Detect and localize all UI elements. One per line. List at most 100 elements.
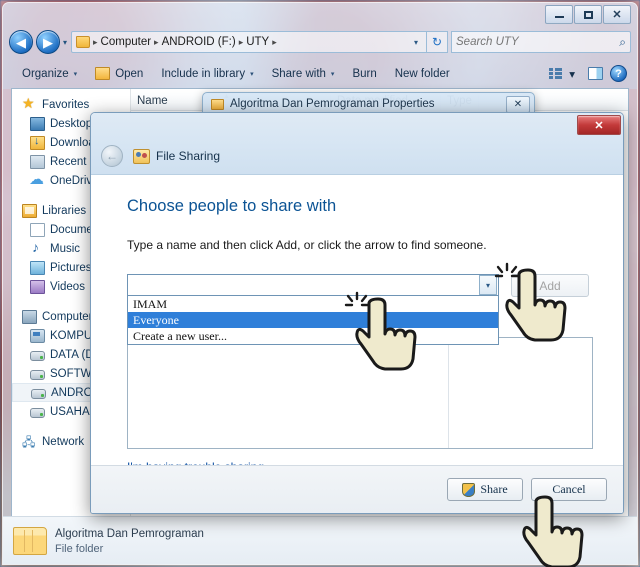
close-icon: ✕ — [513, 98, 523, 110]
combobox-dropdown-button[interactable]: ▾ — [479, 275, 497, 295]
properties-close-button[interactable]: ✕ — [506, 95, 530, 113]
details-text: Algoritma Dan Pemrograman File folder — [55, 526, 204, 555]
maximize-button[interactable] — [574, 5, 602, 24]
view-list-icon — [549, 67, 563, 80]
chevron-down-icon: ▾ — [485, 280, 490, 290]
close-button[interactable]: ✕ — [603, 5, 631, 24]
sidebar-label: Desktop — [50, 117, 93, 130]
shared-users-listbox[interactable] — [127, 337, 593, 449]
organize-button[interactable]: Organize ▾ — [13, 63, 86, 85]
dialog-footer: Share Cancel — [91, 465, 623, 513]
open-label: Open — [115, 67, 144, 80]
forward-button[interactable]: ▶ — [36, 30, 60, 54]
help-icon[interactable]: ? — [610, 65, 627, 82]
breadcrumb[interactable]: ▸ Computer ▸ ANDROID (F:) ▸ UTY ▸ ▾ — [71, 31, 427, 53]
preview-pane-icon[interactable] — [588, 67, 603, 80]
pictures-icon — [30, 260, 45, 275]
new-folder-label: New folder — [394, 67, 450, 80]
user-picker-row: ▾ IMAM Everyone Create a new user... Add — [127, 274, 593, 345]
back-icon: ◀ — [16, 34, 26, 50]
dialog-instruction: Type a name and then click Add, or click… — [127, 238, 487, 252]
sidebar-label: Network — [42, 435, 85, 448]
folder-icon — [211, 98, 224, 110]
explorer-toolbar: Organize ▾ Open Include in library ▾ Sha… — [3, 59, 637, 88]
folder-icon — [76, 36, 91, 48]
downloads-icon — [30, 135, 45, 150]
breadcrumb-separator: ▸ — [272, 36, 277, 47]
dropdown-option-create-new-user[interactable]: Create a new user... — [128, 328, 498, 344]
breadcrumb-item-android[interactable]: ANDROID (F:) — [160, 36, 238, 48]
explorer-titlebar: ✕ — [3, 3, 637, 27]
chevron-down-icon: ▾ — [73, 70, 78, 78]
back-button[interactable]: ◀ — [9, 30, 33, 54]
search-icon: ⌕ — [619, 34, 626, 49]
cancel-button[interactable]: Cancel — [531, 478, 607, 501]
close-icon: ✕ — [594, 119, 604, 132]
burn-button[interactable]: Burn — [343, 63, 385, 85]
folder-icon — [13, 526, 47, 555]
back-icon: ← — [106, 149, 118, 163]
close-icon: ✕ — [612, 9, 622, 21]
breadcrumb-item-computer[interactable]: Computer — [99, 36, 154, 48]
dialog-back-button[interactable]: ← — [101, 145, 123, 167]
window-controls: ✕ — [545, 5, 631, 24]
add-button[interactable]: Add — [511, 274, 589, 297]
onedrive-icon — [29, 170, 45, 188]
sidebar-label: Pictures — [50, 261, 92, 274]
open-button[interactable]: Open — [86, 63, 152, 85]
share-button-label: Share — [480, 482, 508, 496]
chevron-down-icon: ▾ — [569, 68, 575, 81]
change-view-button[interactable]: ▾ — [543, 67, 581, 81]
drive-icon — [30, 350, 45, 361]
user-dropdown-list: IMAM Everyone Create a new user... — [127, 296, 499, 345]
hdd-icon — [30, 328, 45, 343]
user-combobox[interactable]: ▾ — [127, 274, 499, 296]
include-in-library-button[interactable]: Include in library ▾ — [152, 63, 262, 85]
desktop-icon — [30, 116, 45, 131]
user-name-input[interactable] — [128, 278, 479, 292]
drive-icon — [30, 407, 45, 418]
uac-shield-icon — [462, 482, 476, 497]
cancel-button-label: Cancel — [552, 482, 586, 496]
details-pane: Algoritma Dan Pemrograman File folder — [3, 516, 637, 564]
share-with-button[interactable]: Share with ▾ — [263, 63, 344, 85]
sidebar-label: Music — [50, 242, 81, 255]
open-folder-icon — [95, 67, 111, 80]
breadcrumb-item-uty[interactable]: UTY — [244, 36, 271, 48]
file-sharing-people-icon — [133, 148, 150, 164]
burn-label: Burn — [352, 67, 377, 80]
minimize-button[interactable] — [545, 5, 573, 24]
recent-pages-dropdown[interactable]: ▾ — [63, 38, 67, 47]
chevron-down-icon: ▾ — [250, 70, 254, 78]
dialog-close-button[interactable]: ✕ — [577, 115, 621, 135]
share-button[interactable]: Share — [447, 478, 523, 501]
dialog-heading: Choose people to share with — [127, 197, 337, 215]
libraries-icon — [22, 203, 37, 218]
file-sharing-dialog: ✕ ← File Sharing Choose people to share … — [90, 112, 624, 514]
drive-icon — [30, 369, 45, 380]
sidebar-label: Favorites — [42, 98, 90, 111]
recent-places-icon — [30, 154, 45, 169]
properties-title: Algoritma Dan Pemrograman Properties — [230, 98, 435, 110]
search-input[interactable] — [456, 36, 620, 48]
refresh-icon: ↻ — [431, 35, 443, 49]
star-icon — [22, 95, 37, 112]
forward-icon: ▶ — [43, 34, 53, 50]
new-folder-button[interactable]: New folder — [386, 63, 459, 85]
breadcrumb-history-arrow[interactable]: ▾ — [410, 38, 422, 47]
documents-icon — [30, 222, 45, 237]
search-box[interactable]: ⌕ — [451, 31, 631, 53]
refresh-button[interactable]: ↻ — [426, 31, 448, 53]
maximize-icon — [583, 10, 593, 19]
sidebar-label: Computer — [42, 310, 93, 323]
computer-icon — [22, 309, 37, 324]
dropdown-option-everyone[interactable]: Everyone — [128, 312, 498, 328]
music-icon — [30, 239, 45, 256]
details-name: Algoritma Dan Pemrograman — [55, 527, 204, 540]
dropdown-option-imam[interactable]: IMAM — [128, 296, 498, 312]
organize-label: Organize — [22, 67, 69, 80]
network-icon — [22, 433, 37, 454]
dialog-header: ← File Sharing — [91, 139, 623, 173]
include-in-library-label: Include in library — [161, 67, 246, 80]
minimize-icon — [554, 16, 564, 18]
